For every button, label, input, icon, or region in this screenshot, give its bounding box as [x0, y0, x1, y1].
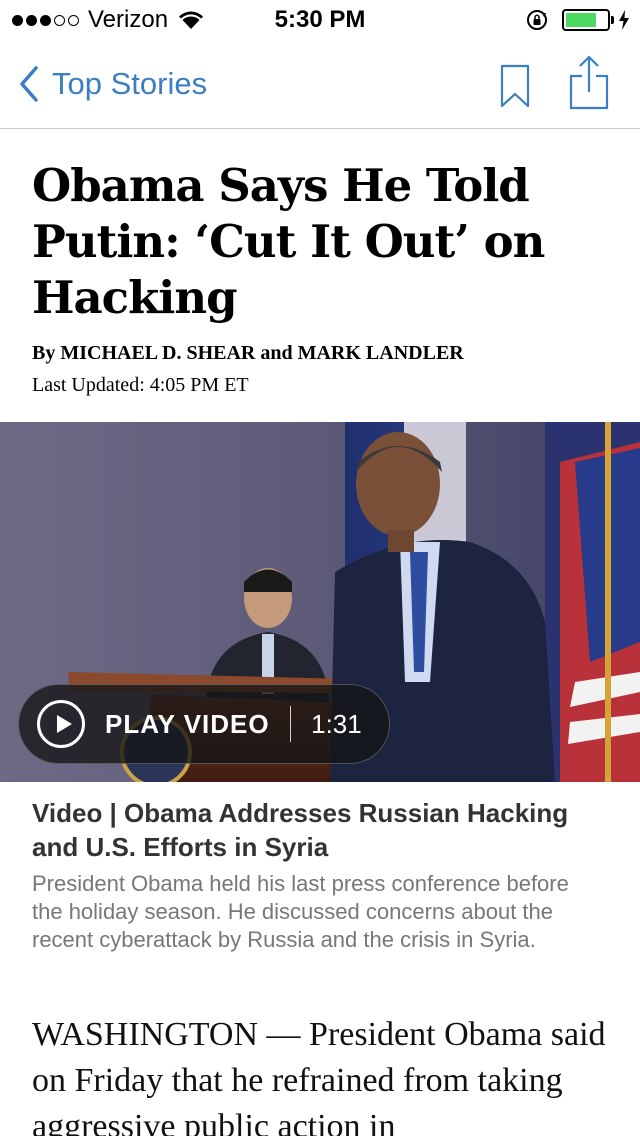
- battery-icon: [562, 9, 610, 31]
- article-photo[interactable]: PLAY VIDEO 1:31: [0, 422, 640, 782]
- video-duration: 1:31: [311, 708, 362, 739]
- battery-level: [566, 13, 596, 27]
- status-bar: Verizon 5:30 PM: [0, 0, 640, 40]
- bookmark-icon[interactable]: [500, 64, 530, 108]
- video-caption-title[interactable]: Video | Obama Addresses Russian Hacking …: [32, 796, 612, 864]
- status-right: [526, 8, 630, 32]
- byline: By MICHAEL D. SHEAR and MARK LANDLER: [32, 342, 464, 364]
- chevron-left-icon: [20, 66, 38, 102]
- article-headline: Obama Says He Told Putin: ‘Cut It Out’ o…: [32, 159, 545, 324]
- back-label: Top Stories: [52, 66, 208, 101]
- article-body: WASHINGTON — President Obama said on Fri…: [32, 1016, 606, 1136]
- play-icon: [37, 700, 85, 748]
- navigation-bar: Top Stories: [0, 40, 640, 129]
- video-caption-description: President Obama held his last press conf…: [32, 871, 569, 952]
- divider: [289, 706, 292, 742]
- play-video-button[interactable]: PLAY VIDEO 1:31: [18, 684, 390, 764]
- back-button[interactable]: Top Stories: [18, 64, 207, 104]
- last-updated: Last Updated: 4:05 PM ET: [32, 374, 249, 396]
- battery-cap: [611, 16, 614, 24]
- share-icon[interactable]: [568, 54, 610, 110]
- charging-bolt-icon: [619, 10, 629, 30]
- play-video-label: PLAY VIDEO: [105, 708, 270, 739]
- orientation-lock-icon: [527, 10, 547, 30]
